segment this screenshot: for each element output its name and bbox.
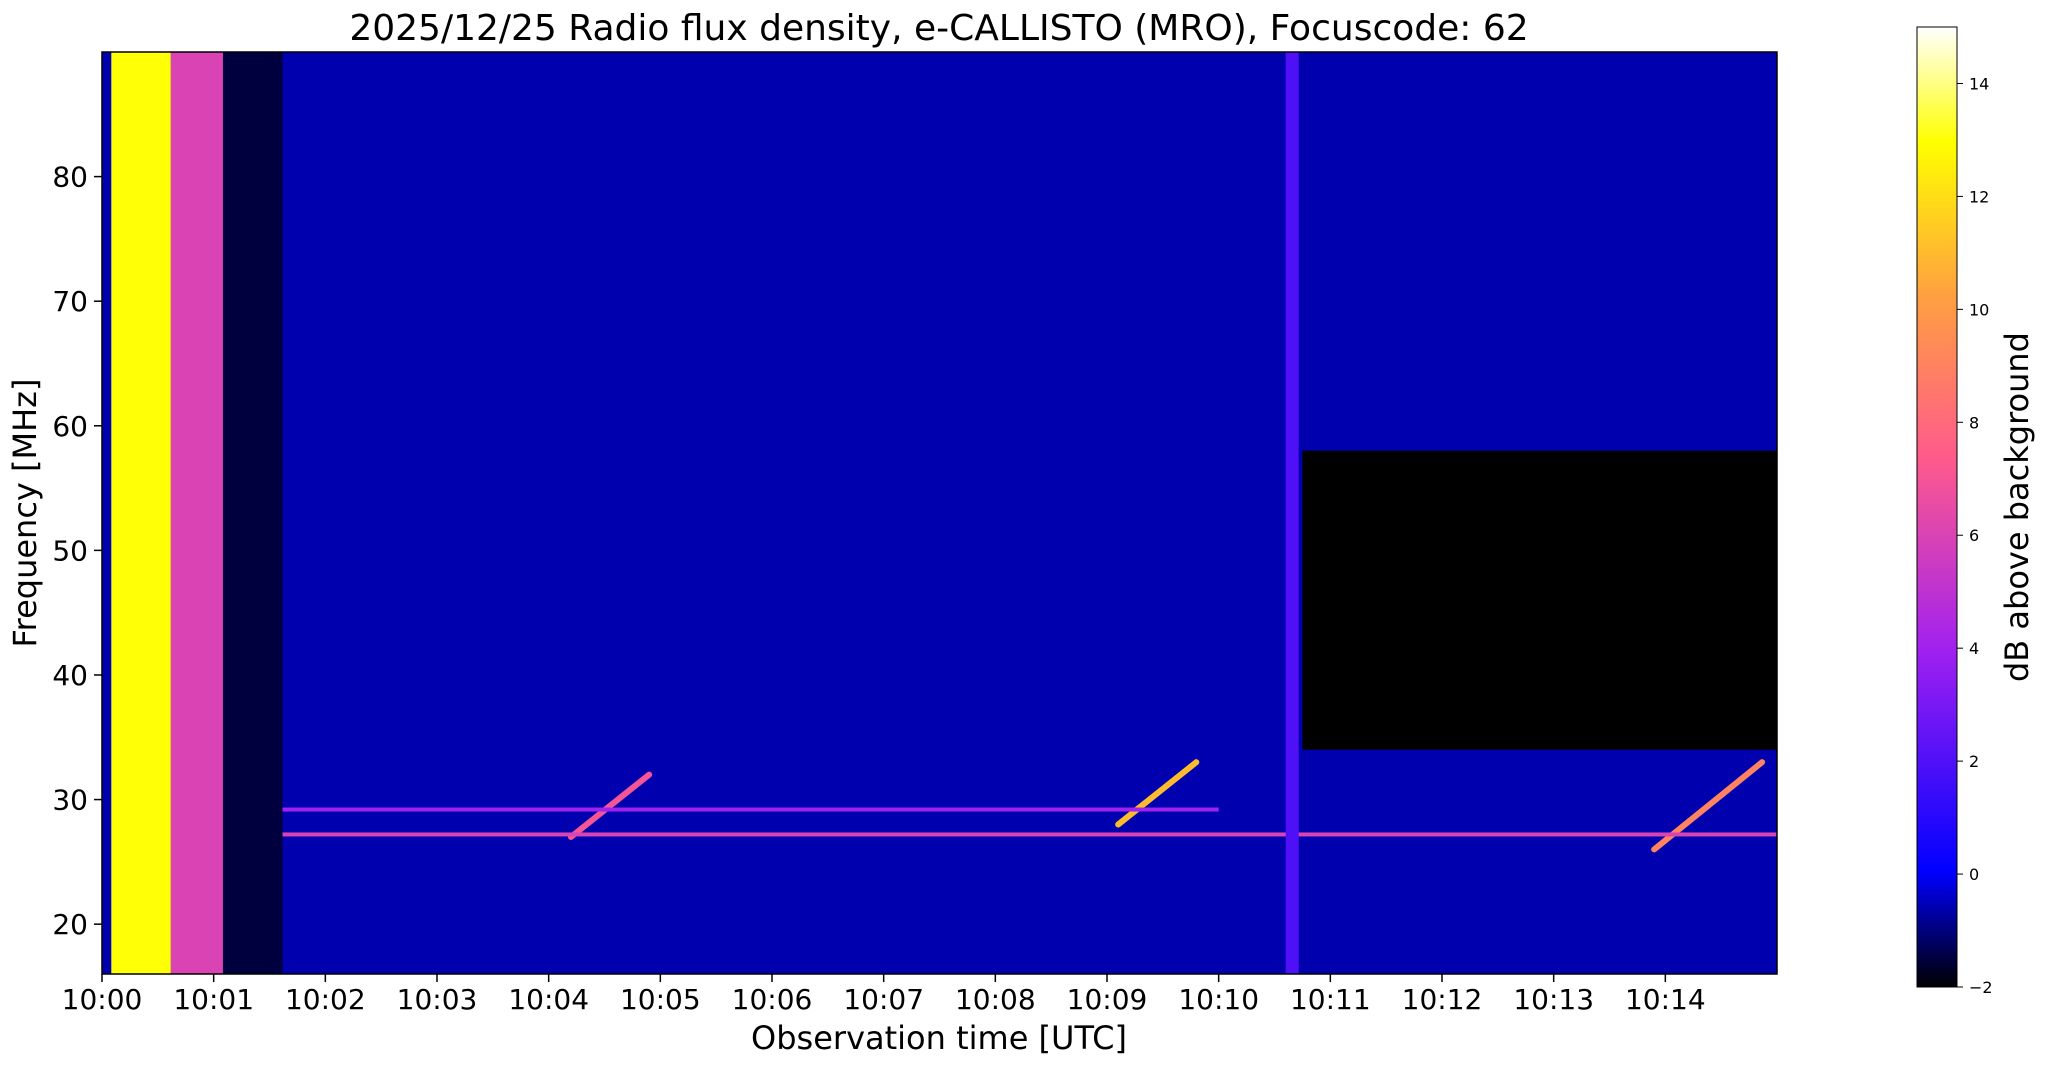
x-axis-label: Observation time [UTC] (751, 1019, 1127, 1057)
x-tick-label: 10:07 (843, 983, 924, 1016)
y-axis: 20 30 40 50 60 70 80 (52, 161, 102, 941)
x-tick-label: 10:09 (1067, 983, 1148, 1016)
colorbar-tick-label: 6 (1969, 526, 1979, 545)
colorbar (1916, 26, 1958, 988)
chart-title: 2025/12/25 Radio flux density, e-CALLIST… (349, 8, 1528, 49)
x-tick-label: 10:11 (1290, 983, 1371, 1016)
spectrogram-figure: 2025/12/25 Radio flux density, e-CALLIST… (6, 8, 2036, 1057)
heatmap-saturation (111, 52, 171, 974)
colorbar-axis: −2 0 2 4 6 8 10 12 14 (1957, 74, 1993, 997)
y-tick-label: 60 (52, 410, 88, 443)
x-tick-label: 10:12 (1402, 983, 1483, 1016)
spectrogram-plot (102, 52, 1777, 974)
y-axis-label: Frequency [MHz] (6, 379, 44, 648)
y-tick-label: 20 (52, 908, 88, 941)
y-tick-label: 70 (52, 285, 88, 318)
colorbar-label: dB above background (1998, 332, 2036, 682)
y-tick-label: 30 (52, 784, 88, 817)
colorbar-tick-label: 8 (1969, 413, 1979, 432)
heatmap-interference-line (282, 832, 1777, 837)
x-tick-label: 10:00 (62, 983, 143, 1016)
x-tick-label: 10:05 (620, 983, 701, 1016)
x-tick-label: 10:14 (1625, 983, 1706, 1016)
x-tick-label: 10:10 (1178, 983, 1259, 1016)
y-tick-label: 40 (52, 659, 88, 692)
y-tick-label: 50 (52, 534, 88, 567)
x-tick-label: 10:13 (1513, 983, 1594, 1016)
colorbar-tick-label: 14 (1969, 74, 1989, 93)
x-tick-label: 10:08 (955, 983, 1036, 1016)
x-tick-label: 10:04 (508, 983, 589, 1016)
colorbar-tick-label: 12 (1969, 187, 1989, 206)
y-tick-label: 80 (52, 161, 88, 194)
x-tick-label: 10:01 (173, 983, 254, 1016)
heatmap-quiet-region (1302, 450, 1777, 750)
heatmap-calibration-band (170, 52, 223, 974)
heatmap-calibration-band (222, 52, 283, 974)
x-axis: 10:00 10:01 10:02 10:03 10:04 10:05 10:06 10:07… (62, 974, 1706, 1016)
colorbar-tick-label: 2 (1969, 752, 1979, 771)
colorbar-tick-label: 10 (1969, 300, 1989, 319)
x-tick-label: 10:06 (732, 983, 813, 1016)
colorbar-tick-label: 4 (1969, 639, 1979, 658)
heatmap-interference-line (282, 807, 1219, 812)
x-tick-label: 10:02 (285, 983, 366, 1016)
x-tick-label: 10:03 (397, 983, 478, 1016)
heatmap-broadband-spike (1285, 52, 1299, 974)
colorbar-tick-label: 0 (1969, 865, 1979, 884)
colorbar-tick-label: −2 (1969, 978, 1993, 997)
